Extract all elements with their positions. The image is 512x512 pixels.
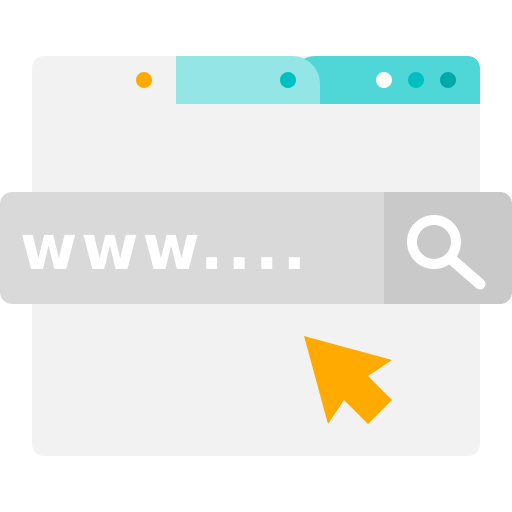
address-bar-url[interactable]: www.... bbox=[20, 192, 310, 304]
tab-first-dot-icon bbox=[136, 72, 152, 88]
search-icon bbox=[407, 215, 486, 290]
search-button[interactable] bbox=[384, 192, 512, 304]
address-bar[interactable]: www.... bbox=[0, 192, 512, 304]
window-control-dot-icon[interactable] bbox=[376, 72, 392, 88]
window-control-dot-icon[interactable] bbox=[440, 72, 456, 88]
window-control-dot-icon[interactable] bbox=[408, 72, 424, 88]
tab-first[interactable] bbox=[32, 56, 176, 104]
tab-second-dot-icon bbox=[280, 72, 296, 88]
mouse-pointer-icon bbox=[304, 336, 392, 424]
